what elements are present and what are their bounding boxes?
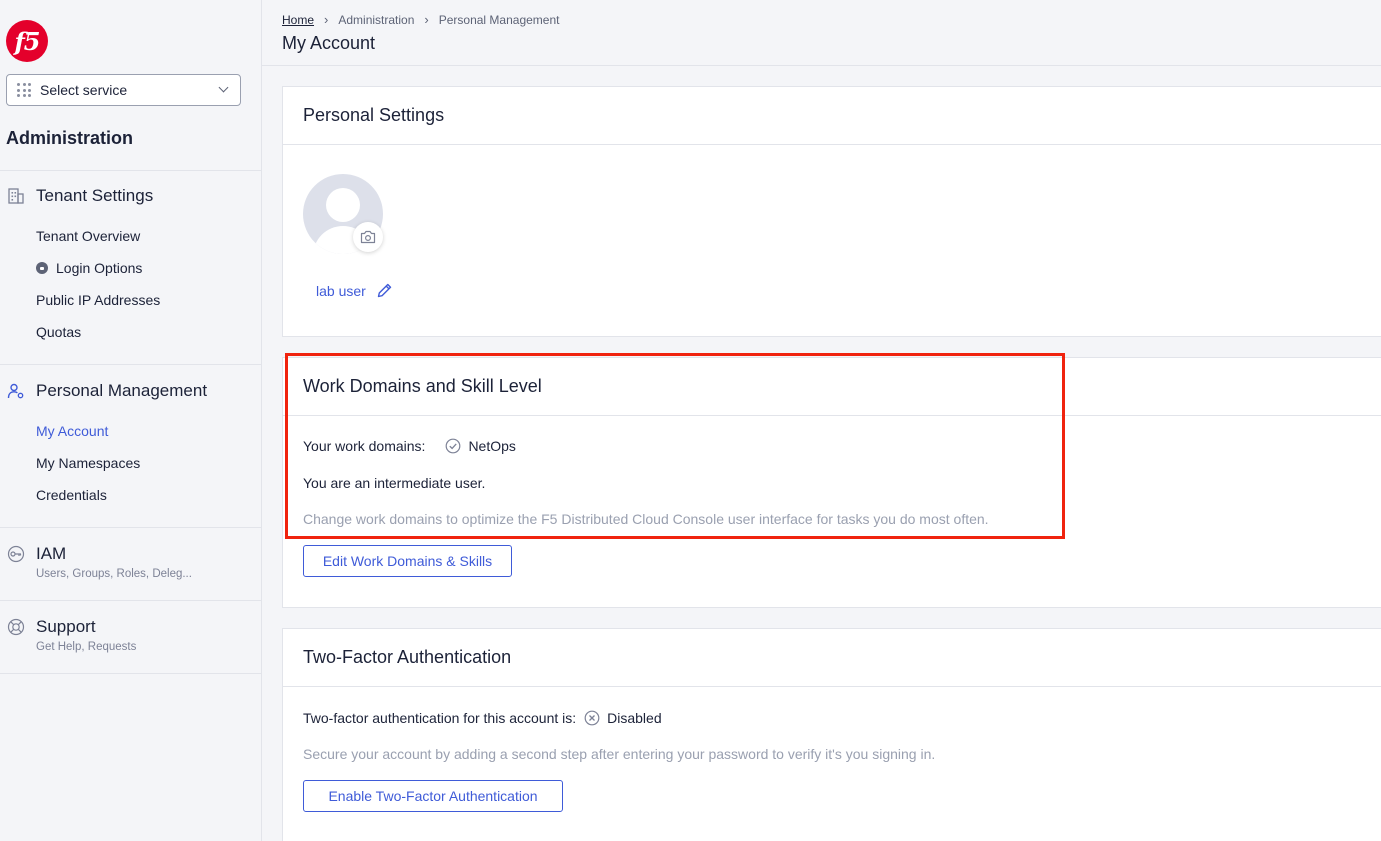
- apps-grid-icon: [17, 83, 31, 97]
- work-domains-card: Work Domains and Skill Level Your work d…: [282, 357, 1381, 608]
- user-name-edit[interactable]: lab user: [316, 282, 393, 299]
- sidebar-group-tenant-settings[interactable]: Tenant Settings: [0, 183, 261, 209]
- sidebar-divider: [0, 170, 261, 171]
- sidebar-group-personal-management[interactable]: Personal Management: [0, 378, 261, 404]
- breadcrumb: Home › Administration › Personal Managem…: [282, 12, 559, 27]
- edit-work-domains-button[interactable]: Edit Work Domains & Skills: [303, 545, 512, 577]
- chevron-right-icon: ›: [324, 12, 329, 27]
- sidebar-item-my-account[interactable]: My Account: [36, 423, 108, 439]
- page-title: My Account: [282, 33, 376, 53]
- enable-two-factor-button[interactable]: Enable Two-Factor Authentication: [303, 780, 563, 812]
- sidebar-group-caption: Get Help, Requests: [36, 641, 137, 653]
- sidebar-item-credentials[interactable]: Credentials: [36, 487, 107, 503]
- sidebar-item-tenant-overview[interactable]: Tenant Overview: [36, 228, 140, 244]
- camera-icon: [360, 230, 376, 244]
- change-photo-button[interactable]: [353, 222, 383, 252]
- skill-level-text: You are an intermediate user.: [303, 475, 486, 491]
- breadcrumb-item: Personal Management: [438, 12, 560, 27]
- sidebar-item-public-ip-addresses[interactable]: Public IP Addresses: [36, 292, 160, 308]
- sidebar-divider: [0, 600, 261, 601]
- sidebar-item-quotas[interactable]: Quotas: [36, 324, 81, 340]
- user-name: lab user: [316, 282, 366, 299]
- sidebar-divider: [0, 527, 261, 528]
- sidebar-group-label: Tenant Settings: [36, 186, 154, 205]
- two-factor-status-row: Two-factor authentication for this accou…: [303, 710, 662, 726]
- sidebar: f5 Select service Administration Tenant …: [0, 0, 262, 841]
- building-icon: [8, 188, 24, 204]
- sidebar-group-label: Personal Management: [36, 381, 208, 400]
- sidebar-item-my-namespaces[interactable]: My Namespaces: [36, 455, 140, 471]
- sidebar-item-label: Login Options: [56, 260, 143, 276]
- pencil-icon[interactable]: [376, 282, 393, 299]
- sidebar-group-label: IAM: [36, 544, 67, 563]
- lifebuoy-icon: [7, 618, 25, 636]
- work-domain-value: NetOps: [468, 438, 516, 454]
- card-title: Two-Factor Authentication: [283, 629, 1381, 687]
- sidebar-group-iam[interactable]: IAM: [0, 541, 261, 567]
- two-factor-hint: Secure your account by adding a second s…: [303, 746, 936, 762]
- sidebar-section-title: Administration: [6, 128, 134, 148]
- work-domains-hint: Change work domains to optimize the F5 D…: [303, 511, 989, 527]
- chevron-right-icon: ›: [424, 12, 429, 27]
- two-factor-status-label: Two-factor authentication for this accou…: [303, 710, 577, 726]
- f5-logo[interactable]: f5: [6, 20, 48, 62]
- card-title: Personal Settings: [283, 87, 1381, 145]
- sidebar-group-support[interactable]: Support: [0, 614, 261, 640]
- x-circle-icon: [584, 710, 600, 726]
- work-domains-label: Your work domains:: [303, 438, 426, 454]
- sidebar-divider: [0, 673, 261, 674]
- two-factor-status-value: Disabled: [607, 710, 662, 726]
- breadcrumb-home-link[interactable]: Home: [282, 13, 314, 27]
- sidebar-item-login-options[interactable]: Login Options: [36, 260, 142, 276]
- sidebar-group-label: Support: [36, 617, 96, 636]
- page-header: Home › Administration › Personal Managem…: [262, 0, 1381, 66]
- chevron-down-icon: [218, 82, 229, 93]
- work-domains-row: Your work domains: NetOps: [303, 438, 516, 454]
- check-circle-icon: [446, 438, 461, 454]
- sidebar-divider: [0, 364, 261, 365]
- sidebar-group-caption: Users, Groups, Roles, Deleg...: [36, 568, 192, 580]
- select-service-dropdown[interactable]: Select service: [6, 74, 241, 106]
- two-factor-card: Two-Factor Authentication Two-factor aut…: [282, 628, 1381, 841]
- breadcrumb-item: Administration: [338, 12, 415, 27]
- personal-settings-card: Personal Settings lab user: [282, 86, 1381, 337]
- select-service-label: Select service: [40, 82, 128, 98]
- key-icon: [7, 545, 25, 563]
- lock-icon: [36, 262, 48, 274]
- user-settings-icon: [7, 383, 24, 399]
- card-title: Work Domains and Skill Level: [283, 358, 1381, 416]
